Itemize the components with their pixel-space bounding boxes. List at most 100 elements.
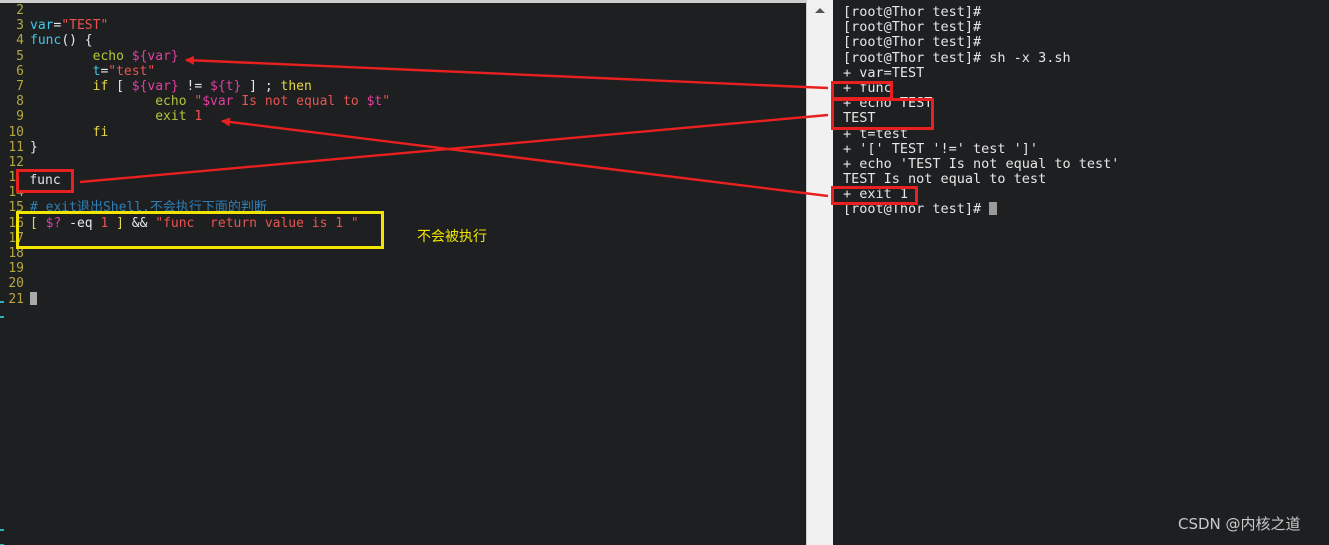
code-line-16[interactable]: 16[ $? -eq 1 ] && "func return value is … [0,216,806,231]
code-token: 1 [194,109,203,125]
line-number-8: 8 [16,94,24,110]
code-token: func [30,33,62,49]
terminal-line: [root@Thor test]# [843,19,982,36]
code-token: "func return value is 1 " [155,215,359,231]
code-line-12[interactable]: 12 [0,155,806,170]
line-number-15: 15 [8,200,24,216]
annotation-note-not-executed: 不会被执行 [417,229,487,245]
line-number-21: 21 [8,291,24,307]
code-line-20[interactable]: 20 [0,276,806,291]
scroll-up-arrow-icon[interactable] [815,8,825,13]
code-token: fi [92,124,109,140]
code-token: then [280,78,312,94]
line-number-6: 6 [16,63,24,79]
line-number-19: 19 [8,261,24,277]
line-number-11: 11 [8,139,24,155]
terminal-line: TEST Is not equal to test [843,171,1047,188]
line-number-17: 17 [8,230,24,246]
code-token: $var [202,94,234,110]
terminal-line: + '[' TEST '!=' test ']' [843,140,1039,157]
code-token: "TEST" [61,18,109,34]
code-token: echo [155,94,187,110]
line-number-18: 18 [8,246,24,261]
code-token: if [92,78,109,94]
code-line-8[interactable]: 8 echo "$var Is not equal to $t" [0,94,806,109]
line-number-10: 10 [8,124,24,140]
terminal-line: + var=TEST [843,64,925,81]
code-token: ${var} [131,78,179,94]
code-line-11[interactable]: 11} [0,140,806,155]
line-number-20: 20 [8,276,24,292]
terminal-line: TEST [843,110,876,127]
terminal-line: + func [843,79,892,96]
func-callout-box: func [16,169,74,193]
margin-tick [0,529,4,531]
csdn-watermark: CSDN @内核之道 [1178,515,1301,533]
code-line-6[interactable]: 6 t="test" [0,64,806,79]
terminal-line: + t=test [843,125,909,142]
code-line-21[interactable]: 21 [0,291,806,307]
func-callout-label: func [29,173,61,188]
code-token: [ [108,78,132,94]
code-line-10[interactable]: 10 fi [0,125,806,140]
code-line-9[interactable]: 9 exit 1 [0,109,806,124]
line-number-12: 12 [8,154,24,170]
code-line-7[interactable]: 7 if [ ${var} != ${t} ] ; then [0,79,806,94]
code-token: && [123,215,156,231]
code-line-13[interactable]: 13func [0,170,806,185]
code-token: # exit退出Shell,不会执行下面的判断 [30,200,267,216]
code-line-19[interactable]: 19 [0,261,806,276]
terminal-line: + echo TEST [843,95,933,112]
code-token: () { [61,33,93,49]
terminal-line: [root@Thor test]# sh -x 3.sh [843,49,1071,66]
margin-tick [0,301,4,303]
margin-tick [0,316,4,318]
code-token: exit [155,109,187,125]
line-number-5: 5 [16,48,24,64]
code-token: } [30,139,38,155]
terminal-line: [root@Thor test]# [843,34,982,51]
code-line-4[interactable]: 4 func() { [0,33,806,48]
code-line-17[interactable]: 17 [0,231,806,246]
screenshot-root: 2 3 var="TEST" 4 func() {5 echo ${var} 6 t="t… [0,0,1329,545]
code-line-15[interactable]: 15 # exit退出Shell,不会执行下面的判断 [0,200,806,215]
code-token: "test" [108,63,156,79]
code-token: $t [366,94,383,110]
vertical-scrollbar[interactable] [806,0,834,545]
code-line-14[interactable]: 14 [0,185,806,200]
code-line-18[interactable]: 18 [0,246,806,261]
terminal-cursor [989,202,998,216]
code-token: echo [92,48,124,64]
code-token: Is not equal to [233,94,367,110]
terminal-output: [root@Thor test]# [root@Thor test]# [root@… [843,4,1120,218]
code-lines-container[interactable]: 2 3 var="TEST" 4 func() {5 echo ${var} 6 t="t… [0,3,806,307]
code-token: $? [45,215,62,231]
line-number-2: 2 [16,3,24,18]
code-line-5[interactable]: 5 echo ${var} [0,49,806,64]
code-token: ${var} [131,48,179,64]
code-token: != [178,78,211,94]
terminal-line: + echo 'TEST Is not equal to test' [843,155,1120,172]
line-number-4: 4 [16,33,24,49]
code-token: -eq [61,215,101,231]
terminal-line: [root@Thor test]# [843,202,1119,217]
line-number-9: 9 [16,109,24,125]
text-caret [30,291,37,305]
code-token: var [30,18,54,34]
code-token: ${t} [210,78,242,94]
line-number-16: 16 [8,215,24,231]
code-line-3[interactable]: 3 var="TEST" [0,18,806,33]
code-line-2[interactable]: 2 [0,3,806,18]
code-editor-pane[interactable]: 2 3 var="TEST" 4 func() {5 echo ${var} 6 t="t… [0,0,806,545]
code-token: ] [108,215,124,231]
line-number-7: 7 [16,78,24,94]
code-token: " [382,94,391,110]
terminal-pane[interactable]: [root@Thor test]# [root@Thor test]# [root@… [833,0,1329,545]
terminal-line: [root@Thor test]# [843,4,982,20]
code-token: ] ; [241,78,281,94]
